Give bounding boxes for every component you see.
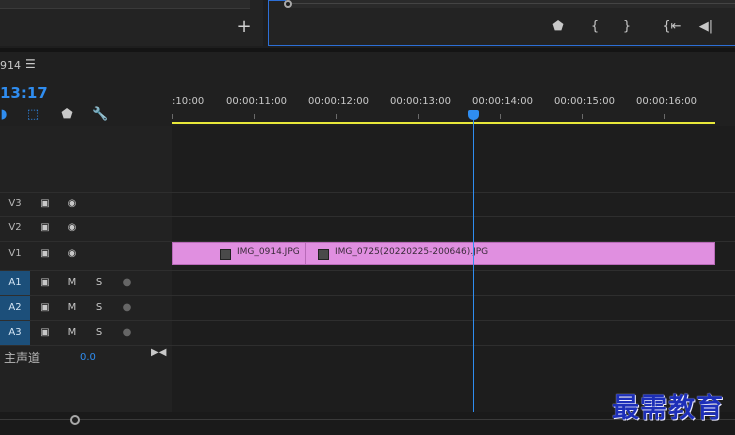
ruler-label: 00:00:15:00 (554, 96, 616, 107)
step-back-button[interactable]: ◀| (694, 18, 718, 36)
mute-button[interactable]: M (65, 326, 79, 340)
ruler-tick (664, 114, 665, 119)
sync-lock-icon[interactable]: ▣ (38, 276, 52, 290)
track-row-v3 (0, 192, 735, 216)
ruler-label: 00:00:12:00 (308, 96, 370, 107)
ruler-label: 00:00:16:00 (636, 96, 698, 107)
image-clip-icon (220, 249, 231, 260)
microphone-icon[interactable]: ● (120, 276, 134, 290)
track-row-v2 (0, 216, 735, 240)
solo-button[interactable]: S (92, 276, 106, 290)
track-row-a2 (0, 295, 735, 319)
track-row-a1 (0, 270, 735, 294)
snap-glyph: ◗ (0, 107, 8, 122)
track-label-v3[interactable]: V3 (0, 192, 30, 216)
master-volume-value[interactable]: 0.0 (80, 352, 96, 363)
track-row-master (0, 345, 735, 369)
timeline-zoom-handle[interactable] (70, 415, 80, 425)
mute-button[interactable]: M (65, 301, 79, 315)
add-marker-icon[interactable]: ⬟ (59, 107, 75, 123)
sync-lock-icon[interactable]: ▣ (38, 326, 52, 340)
playhead-handle[interactable] (468, 110, 479, 120)
mark-in-button[interactable]: { (585, 18, 605, 36)
sync-lock-icon[interactable]: ▣ (38, 301, 52, 315)
add-marker-button[interactable]: ⬟ (548, 18, 568, 36)
marker-glyph: ⬟ (61, 107, 73, 122)
eye-icon[interactable]: ◉ (65, 221, 79, 235)
program-scroll-track (292, 3, 735, 4)
sequence-tab-name[interactable]: 914 (0, 59, 21, 72)
solo-button[interactable]: S (92, 301, 106, 315)
sync-lock-icon[interactable]: ▣ (38, 197, 52, 211)
mark-out-icon: } (622, 19, 632, 34)
mark-out-button[interactable]: } (617, 18, 637, 36)
sync-lock-icon[interactable]: ▣ (38, 221, 52, 235)
panel-menu-icon[interactable]: ☰ (25, 57, 36, 71)
ruler-tick (500, 114, 501, 119)
ruler-tick (172, 114, 173, 119)
ruler-tick (418, 114, 419, 119)
track-header-column (0, 126, 172, 412)
mark-in-icon: { (590, 19, 600, 34)
program-zoom-handle[interactable] (284, 0, 292, 8)
clip-name: IMG_0914.JPG (237, 247, 300, 257)
timeline-settings-icon[interactable]: 🔧 (92, 107, 108, 123)
clip-name: IMG_0725(20220225-200646).JPG (335, 247, 489, 257)
marker-icon: ⬟ (552, 19, 564, 34)
track-label-a3[interactable]: A3 (0, 321, 30, 345)
ruler-label: 00:00:13:00 (390, 96, 452, 107)
linked-selection-icon[interactable]: ⬚ (25, 107, 41, 123)
program-scrollbar[interactable] (286, 0, 735, 8)
image-clip-icon (318, 249, 329, 260)
sync-lock-icon[interactable]: ▣ (38, 247, 52, 261)
linked-glyph: ⬚ (26, 107, 40, 122)
mute-button[interactable]: M (65, 276, 79, 290)
track-label-v1[interactable]: V1 (0, 242, 30, 266)
go-to-in-icon: {⇤ (662, 19, 682, 34)
work-area-bar[interactable] (172, 122, 715, 124)
step-back-icon: ◀| (698, 19, 714, 34)
playhead-timecode[interactable]: 13:17 (0, 84, 48, 102)
track-label-a2[interactable]: A2 (0, 296, 30, 320)
go-to-end-icon[interactable]: ▶◀ (151, 347, 166, 358)
watermark-logo: 最需教育 (612, 393, 724, 424)
wrench-glyph: 🔧 (92, 107, 109, 122)
master-track-label: 主声道 (4, 351, 41, 365)
clip-img-0725[interactable]: IMG_0725(20220225-200646).JPG (305, 242, 715, 265)
ruler-label: 00:00:14:00 (472, 96, 534, 107)
eye-icon[interactable]: ◉ (65, 247, 79, 261)
solo-button[interactable]: S (92, 326, 106, 340)
ruler-tick (582, 114, 583, 119)
track-label-v2[interactable]: V2 (0, 216, 30, 240)
eye-icon[interactable]: ◉ (65, 197, 79, 211)
clip-img-0914[interactable]: IMG_0914.JPG (172, 242, 306, 265)
ruler-tick (336, 114, 337, 119)
playhead-line[interactable] (473, 110, 474, 412)
go-to-in-button[interactable]: {⇤ (660, 18, 684, 36)
track-label-a1[interactable]: A1 (0, 271, 30, 295)
track-row-a3 (0, 320, 735, 344)
ruler-label: :10:00 (172, 96, 205, 107)
ruler-tick (254, 114, 255, 119)
microphone-icon[interactable]: ● (120, 326, 134, 340)
track-area[interactable] (172, 126, 735, 412)
microphone-icon[interactable]: ● (120, 301, 134, 315)
snap-icon[interactable]: ◗ (0, 107, 12, 123)
source-panel-field[interactable] (0, 0, 250, 9)
plus-icon[interactable]: + (236, 18, 252, 36)
ruler-label: 00:00:11:00 (226, 96, 288, 107)
